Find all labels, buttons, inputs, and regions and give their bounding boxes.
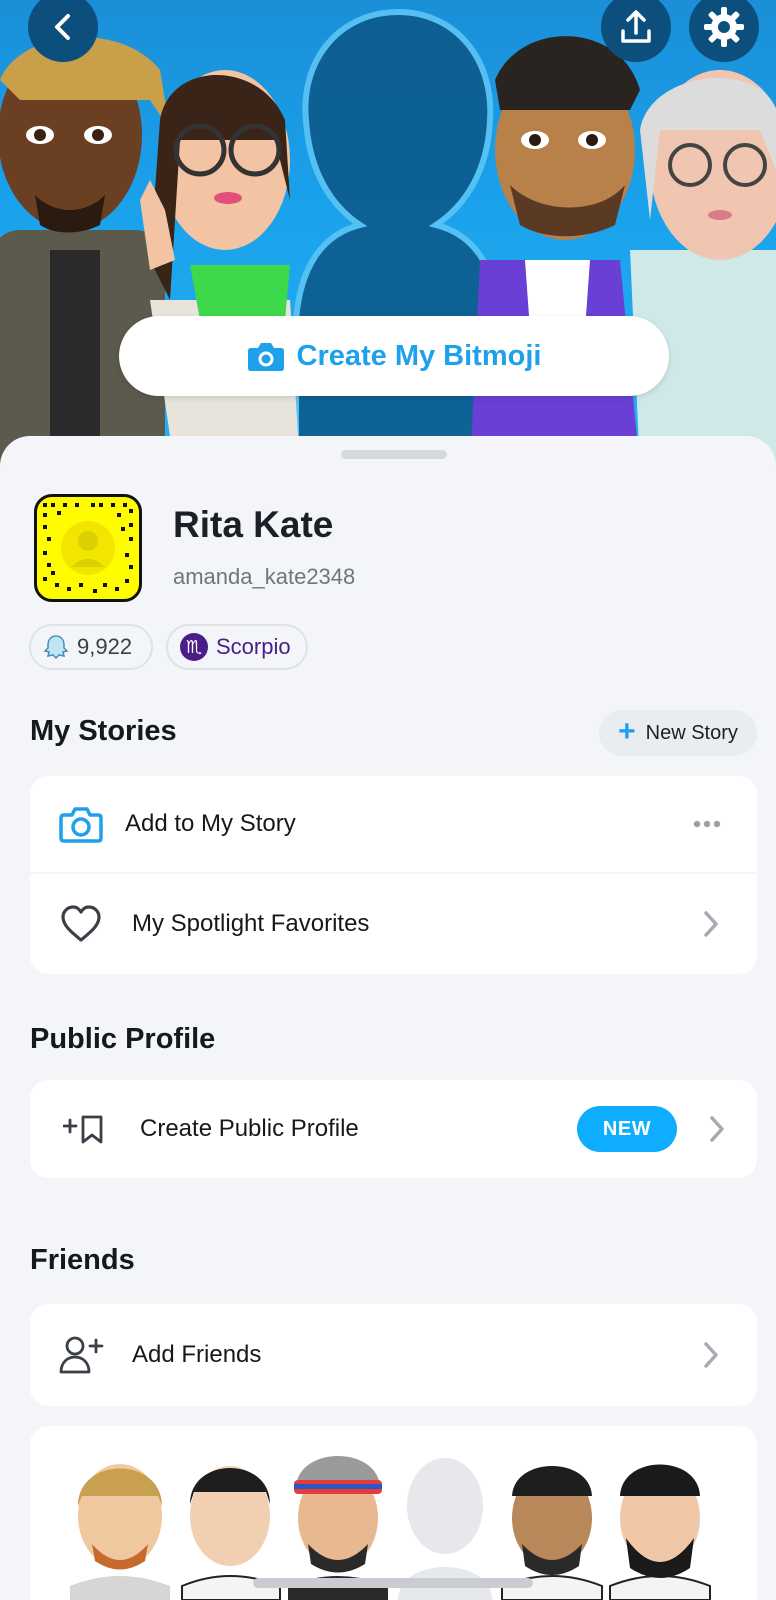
bitmoji-hero-banner: Create My Bitmoji — [0, 0, 776, 470]
snap-score-value: 9,922 — [77, 634, 133, 659]
zodiac-label: Scorpio — [216, 634, 291, 659]
friends-card: Add Friends — [30, 1304, 757, 1406]
add-to-my-story-label: Add to My Story — [125, 810, 296, 837]
snapcode[interactable] — [34, 494, 142, 602]
settings-icon — [704, 7, 744, 47]
add-to-my-story-row[interactable]: Add to My Story — [30, 776, 757, 872]
create-public-profile-label: Create Public Profile — [140, 1115, 359, 1142]
spotlight-favorites-label: My Spotlight Favorites — [132, 910, 370, 937]
camera-icon — [58, 776, 104, 872]
back-icon — [55, 14, 70, 40]
my-stories-title: My Stories — [30, 715, 177, 747]
add-friends-label: Add Friends — [132, 1341, 262, 1368]
new-story-button[interactable]: + New Story — [599, 710, 757, 756]
create-public-profile-row[interactable]: Create Public Profile NEW — [30, 1080, 757, 1178]
bookmark-plus-icon — [62, 1080, 106, 1178]
bitmoji-characters-illustration — [0, 8, 776, 470]
new-story-label: New Story — [645, 721, 738, 744]
heart-icon — [58, 874, 104, 974]
zodiac-chip[interactable]: ♏ Scorpio — [166, 624, 308, 670]
my-stories-card: Add to My Story My Spotlight Favorites — [30, 776, 757, 974]
scorpio-icon: ♏ — [180, 633, 208, 661]
friend-suggestions-card — [30, 1426, 757, 1600]
chevron-right-icon — [710, 1116, 724, 1142]
friend-avatars-illustration — [70, 1456, 711, 1600]
plus-icon: + — [618, 715, 636, 748]
home-indicator[interactable] — [253, 1578, 533, 1588]
create-bitmoji-button[interactable]: Create My Bitmoji — [119, 316, 669, 396]
username[interactable]: amanda_kate2348 — [173, 564, 355, 590]
spotlight-favorites-row[interactable]: My Spotlight Favorites — [30, 874, 757, 974]
friends-title: Friends — [30, 1244, 135, 1276]
snap-score-chip[interactable]: 9,922 — [29, 624, 153, 670]
add-friends-row[interactable]: Add Friends — [30, 1304, 757, 1406]
chevron-right-icon — [704, 911, 718, 937]
new-badge: NEW — [577, 1106, 677, 1152]
sheet-grabber[interactable] — [341, 450, 447, 459]
add-person-icon — [58, 1304, 104, 1406]
more-icon[interactable] — [693, 820, 721, 828]
ghost-icon — [43, 635, 69, 660]
display-name: Rita Kate — [173, 504, 334, 545]
public-profile-title: Public Profile — [30, 1023, 216, 1055]
create-bitmoji-label: Create My Bitmoji — [296, 339, 542, 372]
chevron-right-icon — [704, 1342, 718, 1368]
share-icon — [621, 10, 651, 43]
snapcode-pattern — [43, 503, 133, 593]
public-profile-card: Create Public Profile NEW — [30, 1080, 757, 1178]
camera-icon — [247, 343, 284, 371]
